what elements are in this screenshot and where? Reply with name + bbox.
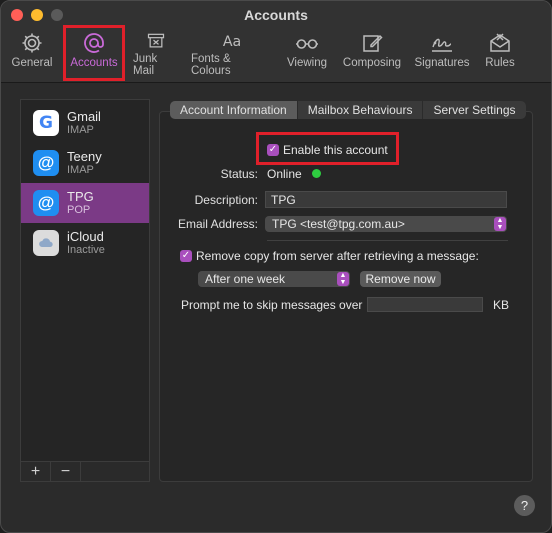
settings-tabs: Account Information Mailbox Behaviours S…: [170, 101, 526, 119]
toolbar-signatures[interactable]: Signatures: [409, 31, 475, 77]
tab-account-information[interactable]: Account Information: [170, 101, 298, 119]
account-name: Teeny: [67, 149, 102, 164]
account-name: TPG: [67, 189, 94, 204]
email-address-label: Email Address:: [177, 217, 258, 231]
at-icon: @: [33, 150, 59, 176]
toolbar-label: Rules: [485, 57, 515, 69]
account-type: Inactive: [67, 244, 105, 256]
toolbar-fonts-colours[interactable]: Aa Fonts & Colours: [185, 31, 279, 77]
enable-account-checkbox[interactable]: ✓: [267, 144, 279, 156]
status-label: Status:: [220, 167, 258, 181]
toolbar-label: Viewing: [286, 57, 328, 69]
toolbar-junk-mail[interactable]: Junk Mail: [127, 31, 185, 77]
tab-server-settings[interactable]: Server Settings: [423, 101, 525, 119]
rules-icon: [490, 33, 510, 52]
divider: [267, 240, 508, 241]
trash-bin-icon: [147, 33, 165, 48]
google-icon: G: [33, 110, 59, 136]
remove-now-button[interactable]: Remove now: [360, 271, 441, 287]
account-item-tpg[interactable]: @ TPG POP: [21, 183, 149, 223]
email-address-select[interactable]: TPG <test@tpg.com.au> ▲ ▼: [265, 216, 507, 232]
at-icon: @: [33, 190, 59, 216]
remove-period-value: After one week: [205, 272, 286, 286]
remove-copy-row: ✓ Remove copy from server after retrievi…: [180, 249, 479, 263]
account-item-teeny[interactable]: @ Teeny IMAP: [21, 143, 149, 183]
status-online-indicator: [312, 169, 321, 178]
toolbar-rules[interactable]: Rules: [475, 31, 525, 77]
email-address-value: TPG <test@tpg.com.au>: [272, 217, 405, 231]
account-type: IMAP: [67, 124, 94, 136]
signature-icon: [432, 38, 452, 52]
chevron-updown-icon: ▲ ▼: [337, 272, 349, 286]
prompt-unit-label: KB: [493, 298, 510, 312]
remove-period-select[interactable]: After one week ▲ ▼: [198, 271, 350, 287]
account-name: Gmail: [67, 109, 101, 124]
preferences-window: Accounts General Accounts Junk Mail Aa F…: [0, 0, 552, 533]
font-icon: Aa: [223, 34, 241, 50]
prompt-skip-label: Prompt me to skip messages over: [181, 298, 363, 312]
prompt-size-input[interactable]: [367, 297, 483, 312]
toolbar-composing[interactable]: Composing: [335, 31, 409, 77]
compose-icon: [363, 34, 383, 52]
enable-account-label: Enable this account: [283, 143, 388, 157]
icloud-icon: [33, 230, 59, 256]
toolbar-label: Composing: [342, 57, 402, 69]
titlebar: Accounts General Accounts Junk Mail Aa F…: [1, 1, 551, 83]
remove-copy-checkbox[interactable]: ✓: [180, 250, 192, 262]
remove-copy-label: Remove copy from server after retrieving…: [196, 249, 479, 263]
account-name: iCloud: [67, 229, 104, 244]
at-icon: [84, 33, 104, 53]
toolbar-accounts[interactable]: Accounts: [63, 25, 125, 81]
toolbar-viewing[interactable]: Viewing: [279, 31, 335, 77]
description-input[interactable]: [265, 191, 507, 208]
accounts-sidebar: G Gmail IMAP @ Teeny IMAP @ TPG POP iClo…: [20, 99, 150, 482]
toolbar-label: General: [11, 57, 53, 69]
status-value: Online: [267, 167, 302, 181]
account-type: POP: [67, 204, 91, 216]
account-item-icloud[interactable]: iCloud Inactive: [21, 223, 149, 263]
window-title: Accounts: [244, 7, 308, 23]
add-account-button[interactable]: +: [21, 462, 51, 481]
gear-icon: [22, 33, 42, 53]
account-type: IMAP: [67, 164, 94, 176]
enable-account-row: ✓ Enable this account: [267, 143, 388, 157]
svg-text:Aa: Aa: [223, 34, 241, 50]
description-label: Description:: [194, 193, 258, 207]
glasses-icon: [296, 39, 318, 49]
account-item-gmail[interactable]: G Gmail IMAP: [21, 103, 149, 143]
toolbar-label: Fonts & Colours: [191, 53, 231, 77]
preferences-toolbar: General Accounts Junk Mail Aa Fonts & Co…: [7, 25, 545, 81]
chevron-updown-icon: ▲ ▼: [494, 217, 506, 231]
tab-mailbox-behaviours[interactable]: Mailbox Behaviours: [298, 101, 424, 119]
toolbar-label: Accounts: [70, 57, 118, 69]
toolbar-label: Junk Mail: [133, 53, 158, 77]
remove-account-button[interactable]: −: [51, 462, 81, 481]
toolbar-label: Signatures: [414, 57, 470, 69]
help-button[interactable]: ?: [514, 495, 535, 516]
toolbar-general[interactable]: General: [7, 31, 57, 77]
sidebar-footer: + −: [21, 461, 149, 481]
